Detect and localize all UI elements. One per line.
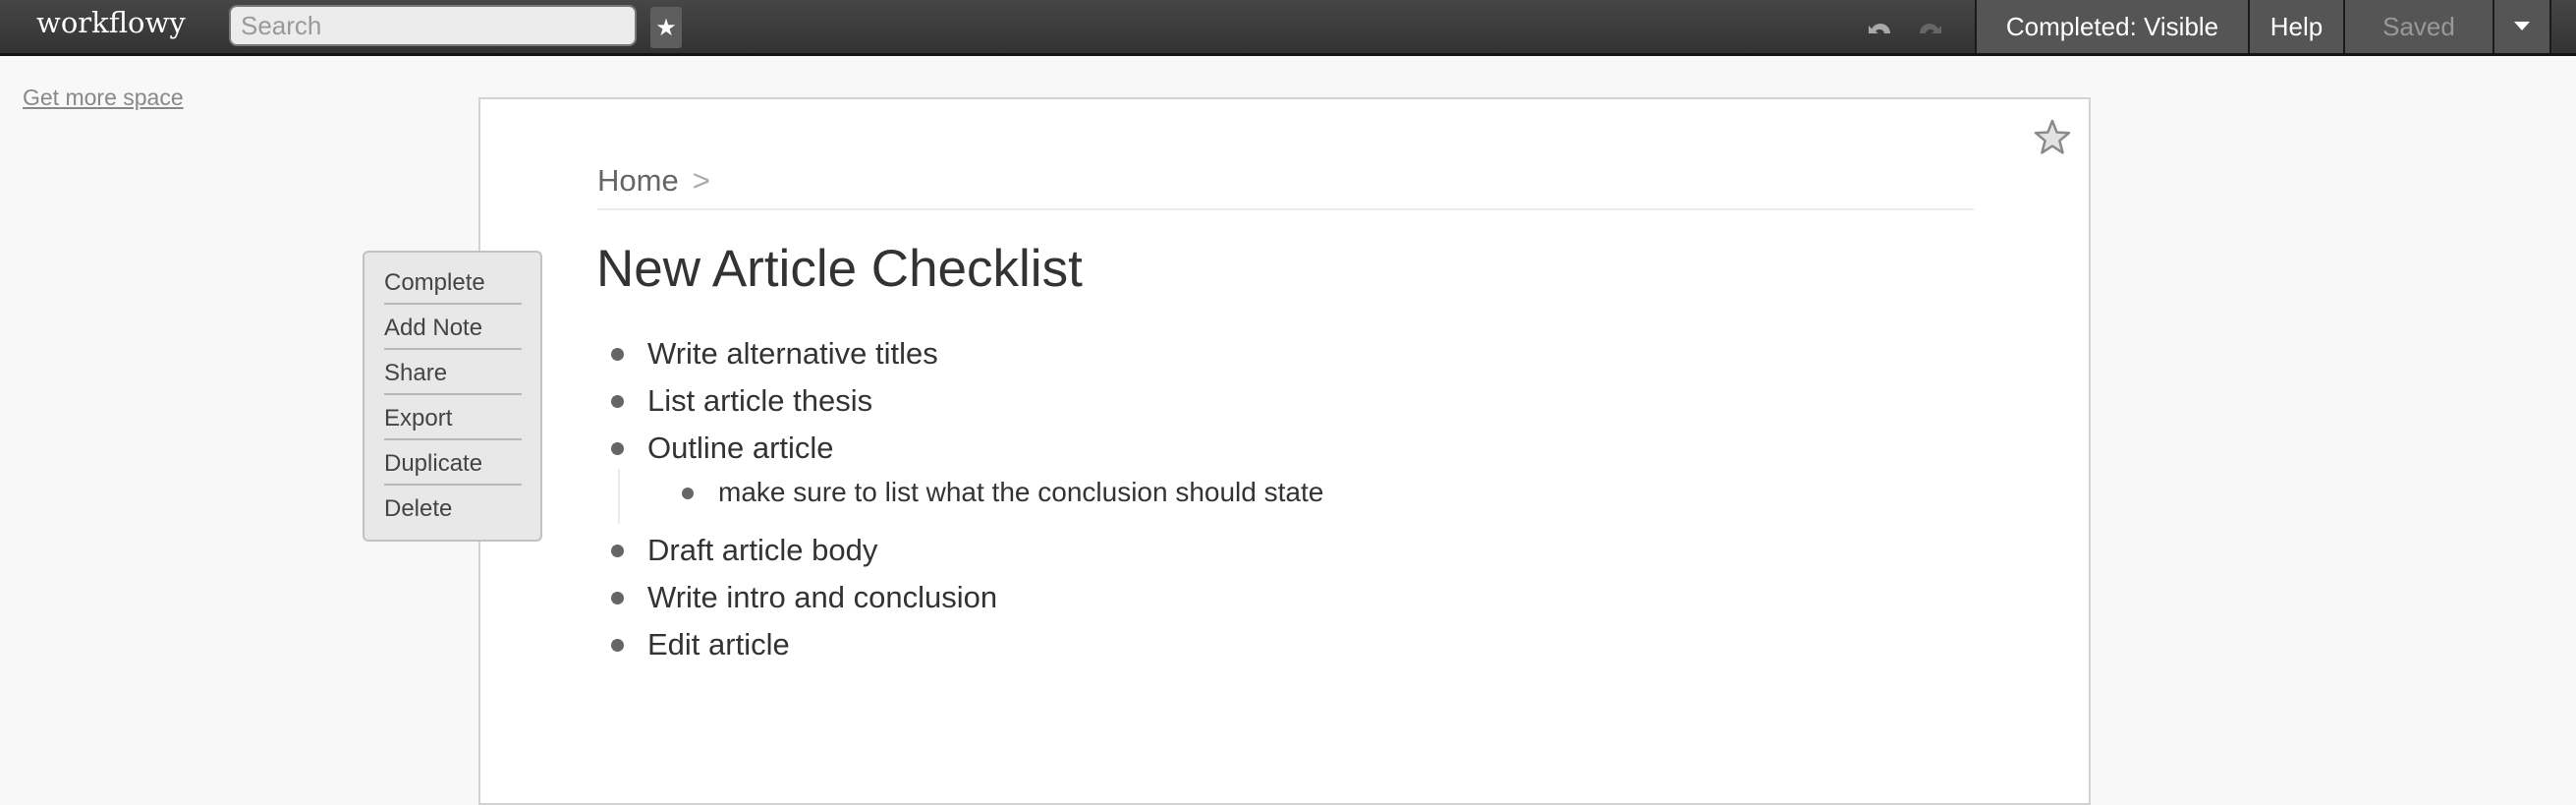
bullet-icon[interactable] [682,488,694,499]
context-menu-separator [384,484,522,486]
top-bar: workflowy ★ Completed: Visible Help Save… [0,0,2576,56]
list-item-text[interactable]: List article thesis [647,383,872,419]
get-more-space-link[interactable]: Get more space [23,85,184,111]
help-button[interactable]: Help [2248,0,2343,53]
list-item-text[interactable]: make sure to list what the conclusion sh… [718,477,1323,508]
bullet-icon[interactable] [611,592,624,604]
list-item-text[interactable]: Outline article [647,431,834,466]
context-menu-item-duplicate[interactable]: Duplicate [384,441,522,487]
context-menu-separator [384,348,522,350]
completed-label: Completed: Visible [2005,11,2219,41]
children-guide-line [618,469,620,524]
breadcrumb-divider [597,208,1974,210]
completed-visibility-button[interactable]: Completed: Visible [1975,0,2248,53]
context-menu: Complete Add Note Share Export Duplicate Dele… [363,251,542,542]
breadcrumb-separator: > [692,163,710,198]
bullet-icon[interactable] [611,639,624,652]
undo-icon[interactable] [1867,20,1894,37]
context-menu-item-delete[interactable]: Delete [384,487,522,532]
context-menu-separator [384,438,522,440]
redo-icon[interactable] [1916,20,1943,37]
breadcrumb: Home > [597,163,710,199]
starred-button[interactable]: ★ [650,7,682,48]
context-menu-item-share[interactable]: Share [384,351,522,396]
bullet-icon[interactable] [611,348,624,361]
list-item-text[interactable]: Edit article [647,627,790,662]
star-outline-icon[interactable] [2032,117,2073,158]
list-item-text[interactable]: Draft article body [647,533,877,568]
breadcrumb-home[interactable]: Home [597,163,679,198]
menu-dropdown-button[interactable] [2492,0,2551,53]
help-label: Help [2269,11,2324,41]
saved-status-button[interactable]: Saved [2343,0,2492,53]
search-input[interactable] [229,5,637,46]
context-menu-item-add-note[interactable]: Add Note [384,306,522,351]
logo[interactable]: workflowy [36,6,186,39]
context-menu-item-complete[interactable]: Complete [384,260,522,306]
context-menu-item-export[interactable]: Export [384,396,522,441]
saved-label: Saved [2382,11,2455,41]
page-title[interactable]: New Article Checklist [596,239,1083,299]
bullet-icon[interactable] [611,395,624,408]
caret-down-icon [2514,22,2530,30]
list-item-text[interactable]: Write alternative titles [647,336,938,372]
context-menu-separator [384,303,522,305]
bullet-icon[interactable] [611,442,624,455]
bullet-icon[interactable] [611,545,624,557]
star-icon: ★ [655,14,677,41]
context-menu-separator [384,393,522,395]
list-item-text[interactable]: Write intro and conclusion [647,580,997,615]
